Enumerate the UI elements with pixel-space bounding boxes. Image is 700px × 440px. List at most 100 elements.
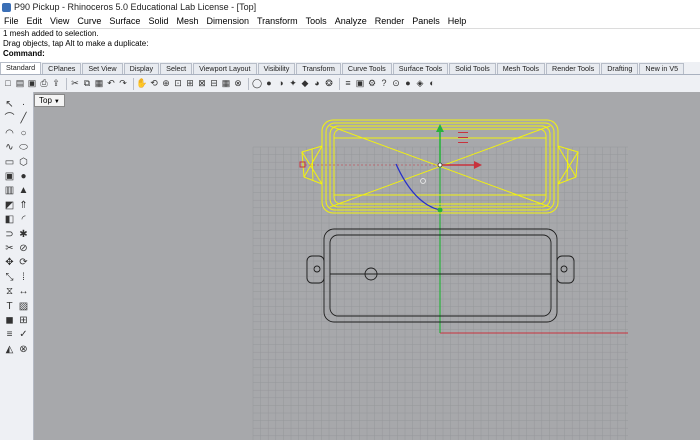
toolbar-tab[interactable]: Render Tools <box>546 63 601 74</box>
pan-icon[interactable]: ✋ <box>136 78 147 89</box>
join-icon[interactable]: ⊃ <box>3 228 16 241</box>
toolbar-tab[interactable]: CPlanes <box>42 63 82 74</box>
toolbar-tab[interactable]: Standard <box>0 62 42 74</box>
menu-item[interactable]: File <box>0 16 23 26</box>
menu-item[interactable]: Panels <box>408 16 444 26</box>
toolbar-tab[interactable]: Surface Tools <box>392 63 449 74</box>
block-icon[interactable]: ◼ <box>3 314 16 327</box>
menu-item[interactable]: Transform <box>253 16 302 26</box>
menu-item[interactable]: Render <box>371 16 409 26</box>
dimension-icon[interactable]: ↔ <box>17 285 30 298</box>
record-icon[interactable]: ● <box>403 78 413 89</box>
arc-icon[interactable]: ◠ <box>3 127 16 140</box>
cone-icon[interactable]: ▲ <box>17 184 30 197</box>
toolbar-tab[interactable]: Curve Tools <box>341 63 392 74</box>
viewport-tab-top[interactable]: Top ▼ <box>34 94 65 107</box>
zoom-selected-icon[interactable]: ⊠ <box>197 78 207 89</box>
check-icon[interactable]: ✓ <box>17 328 30 341</box>
lights-icon[interactable]: ✦ <box>288 78 298 89</box>
rotate-view-icon[interactable]: ⟲ <box>149 78 159 89</box>
extrude-icon[interactable]: ⇑ <box>17 199 30 212</box>
scale-icon[interactable]: ⤡ <box>3 271 16 284</box>
top-viewport[interactable]: Top ▼ <box>34 92 700 440</box>
rendered-icon[interactable]: ◑ <box>276 78 286 89</box>
menu-item[interactable]: Edit <box>23 16 47 26</box>
menu-item[interactable]: Solid <box>144 16 172 26</box>
rotate-icon[interactable]: ⟳ <box>17 256 30 269</box>
toolbar-tab[interactable]: Mesh Tools <box>496 63 546 74</box>
cylinder-icon[interactable]: ▥ <box>3 184 16 197</box>
toolbar-tab[interactable]: Display <box>123 63 160 74</box>
plugin-icon[interactable]: ◈ <box>415 78 425 89</box>
menu-item[interactable]: Surface <box>105 16 144 26</box>
zoom-extents-icon[interactable]: ⊞ <box>185 78 195 89</box>
group-icon[interactable]: ⊞ <box>17 314 30 327</box>
menu-item[interactable]: Tools <box>302 16 331 26</box>
wireframe-icon[interactable]: ◯ <box>252 78 262 89</box>
select-icon[interactable]: ↖ <box>3 98 16 111</box>
viewport-canvas[interactable] <box>34 92 700 440</box>
point-icon[interactable]: · <box>17 98 30 111</box>
surface-icon[interactable]: ◩ <box>3 199 16 212</box>
trim-icon[interactable]: ✂ <box>3 242 16 255</box>
open-icon[interactable]: ▤ <box>15 78 25 89</box>
toolbar-tab[interactable]: Drafting <box>601 63 639 74</box>
sphere-icon[interactable]: ● <box>17 170 30 183</box>
text-icon[interactable]: T <box>3 300 16 313</box>
layers-icon[interactable]: ≡ <box>343 78 353 89</box>
boolean-icon[interactable]: ◧ <box>3 213 16 226</box>
car-icon[interactable]: ⊗ <box>233 78 243 89</box>
menu-item[interactable]: Help <box>444 16 471 26</box>
toolbar-tab[interactable]: Solid Tools <box>449 63 496 74</box>
snapshot-icon[interactable]: ◐ <box>427 78 437 89</box>
mesh-icon[interactable]: ⊗ <box>17 343 30 356</box>
undo-icon[interactable]: ↶ <box>106 78 116 89</box>
options-icon[interactable]: ⚙ <box>367 78 377 89</box>
polygon-icon[interactable]: ⬡ <box>17 156 30 169</box>
paste-icon[interactable]: ▦ <box>94 78 104 89</box>
analyze-icon[interactable]: ◭ <box>3 343 16 356</box>
command-input[interactable] <box>42 50 692 59</box>
cut-icon[interactable]: ✂ <box>70 78 80 89</box>
layer-icon[interactable]: ≡ <box>3 328 16 341</box>
new-icon[interactable]: □ <box>3 78 13 89</box>
explode-icon[interactable]: ✱ <box>17 228 30 241</box>
rectangle-icon[interactable]: ▭ <box>3 156 16 169</box>
mirror-icon[interactable]: ⧖ <box>3 285 16 298</box>
menu-item[interactable]: Curve <box>73 16 105 26</box>
save-icon[interactable]: ▣ <box>27 78 37 89</box>
toolbar-tab[interactable]: New in V5 <box>639 63 685 74</box>
render-icon[interactable]: ◕ <box>312 78 322 89</box>
toolbar-tab[interactable]: Set View <box>82 63 123 74</box>
menu-item[interactable]: Analyze <box>331 16 371 26</box>
polyline-icon[interactable]: ⌒ <box>3 112 16 125</box>
split-icon[interactable]: ⊘ <box>17 242 30 255</box>
array-icon[interactable]: ⁞ <box>17 271 30 284</box>
copy-icon[interactable]: ⧉ <box>82 78 92 89</box>
move-icon[interactable]: ✥ <box>3 256 16 269</box>
menu-item[interactable]: View <box>46 16 73 26</box>
toolbar-tab[interactable]: Visibility <box>257 63 296 74</box>
redo-icon[interactable]: ↷ <box>118 78 128 89</box>
menu-item[interactable]: Mesh <box>172 16 202 26</box>
curve-icon[interactable]: ∿ <box>3 141 16 154</box>
hatch-icon[interactable]: ▨ <box>17 300 30 313</box>
line-icon[interactable]: ╱ <box>17 112 30 125</box>
box-icon[interactable]: ▣ <box>3 170 16 183</box>
help-icon[interactable]: ? <box>379 78 389 89</box>
circle-icon[interactable]: ○ <box>17 127 30 140</box>
properties-icon[interactable]: ▣ <box>355 78 365 89</box>
four-views-icon[interactable]: ⊟ <box>209 78 219 89</box>
print-icon[interactable]: ⎙ <box>39 78 49 89</box>
ellipse-icon[interactable]: ⬭ <box>17 141 30 154</box>
material-icon[interactable]: ◆ <box>300 78 310 89</box>
toolbar-tab[interactable]: Select <box>160 63 193 74</box>
color-wheel-icon[interactable]: ❂ <box>324 78 334 89</box>
transform-gumball[interactable] <box>299 124 482 213</box>
toolbar-tab[interactable]: Transform <box>296 63 341 74</box>
toolbar-tab[interactable]: Viewport Layout <box>193 63 257 74</box>
grid-icon[interactable]: ▦ <box>221 78 231 89</box>
import-icon[interactable]: ⇪ <box>51 78 61 89</box>
zoom-dynamic-icon[interactable]: ⊕ <box>161 78 171 89</box>
fillet-icon[interactable]: ◜ <box>17 213 30 226</box>
